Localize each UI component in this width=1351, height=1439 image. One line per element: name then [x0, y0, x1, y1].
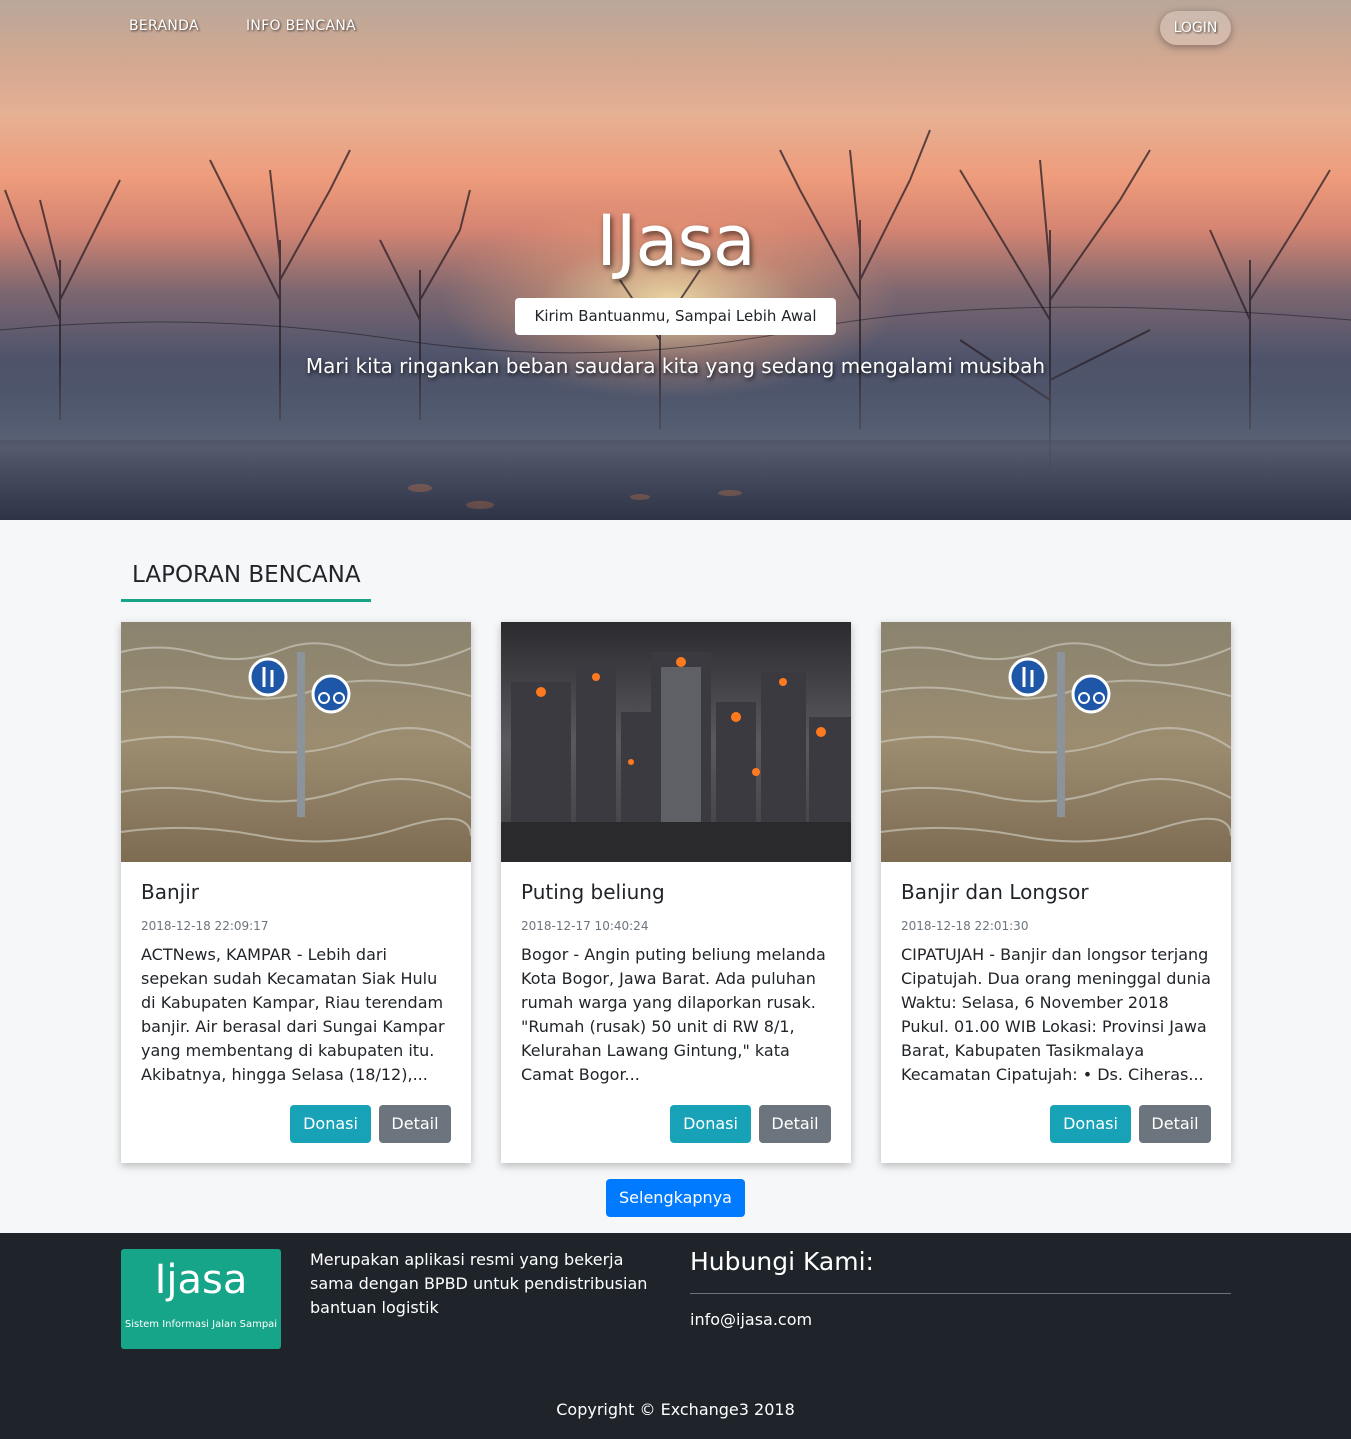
- card-date: 2018-12-18 22:09:17: [141, 919, 269, 933]
- card-image: [501, 622, 851, 862]
- report-card: Banjir dan Longsor 2018-12-18 22:01:30 C…: [881, 622, 1231, 1163]
- login-button[interactable]: LOGIN: [1160, 11, 1231, 45]
- hero-title: IJasa: [596, 200, 756, 282]
- flood-sign-image: [121, 622, 471, 862]
- card-date: 2018-12-18 22:01:30: [901, 919, 1029, 933]
- hero-banner: BERANDA INFO BENCANA LOGIN IJasa Kirim B…: [0, 0, 1351, 520]
- card-image: [121, 622, 471, 862]
- selengkapnya-button[interactable]: Selengkapnya: [606, 1179, 745, 1217]
- report-card: Banjir 2018-12-18 22:09:17 ACTNews, KAMP…: [121, 622, 471, 1163]
- burning-city-image: [501, 622, 851, 862]
- card-excerpt: Bogor - Angin puting beliung melanda Kot…: [521, 945, 826, 1084]
- detail-button[interactable]: Detail: [1139, 1105, 1211, 1143]
- contact-email[interactable]: info@ijasa.com: [690, 1310, 812, 1329]
- card-excerpt: CIPATUJAH - Banjir dan longsor terjang C…: [901, 945, 1211, 1084]
- logo-name: Ijasa: [154, 1257, 248, 1303]
- section-underline: [121, 599, 371, 602]
- contact-divider: [690, 1293, 1231, 1294]
- detail-button[interactable]: Detail: [759, 1105, 831, 1143]
- nav-info-bencana[interactable]: INFO BENCANA: [246, 18, 356, 34]
- section-title: LAPORAN BENCANA: [132, 562, 361, 588]
- copyright: Copyright © Exchange3 2018: [556, 1400, 795, 1419]
- report-card: Puting beliung 2018-12-17 10:40:24 Bogor…: [501, 622, 851, 1163]
- contact-title: Hubungi Kami:: [690, 1247, 874, 1276]
- footer-logo: Ijasa Sistem Informasi Jalan Sampai: [121, 1249, 281, 1349]
- top-navbar: BERANDA INFO BENCANA LOGIN: [0, 0, 1351, 56]
- card-image: [881, 622, 1231, 862]
- detail-button[interactable]: Detail: [379, 1105, 451, 1143]
- nav-beranda[interactable]: BERANDA: [129, 18, 199, 34]
- footer-description: Merupakan aplikasi resmi yang bekerja sa…: [310, 1250, 648, 1317]
- donasi-button[interactable]: Donasi: [670, 1105, 751, 1143]
- card-title: Puting beliung: [521, 880, 665, 904]
- card-title: Banjir: [141, 880, 199, 904]
- footer: Ijasa Sistem Informasi Jalan Sampai Meru…: [0, 1233, 1351, 1439]
- smoke-overlay: [0, 360, 1351, 520]
- donasi-button[interactable]: Donasi: [290, 1105, 371, 1143]
- card-excerpt: ACTNews, KAMPAR - Lebih dari sepekan sud…: [141, 945, 445, 1084]
- logo-subtitle: Sistem Informasi Jalan Sampai: [124, 1319, 278, 1330]
- flood-sign-image: [881, 622, 1231, 862]
- card-date: 2018-12-17 10:40:24: [521, 919, 649, 933]
- donasi-button[interactable]: Donasi: [1050, 1105, 1131, 1143]
- card-title: Banjir dan Longsor: [901, 880, 1089, 904]
- hero-tagline: Kirim Bantuanmu, Sampai Lebih Awal: [515, 298, 836, 335]
- hero-subtitle: Mari kita ringankan beban saudara kita y…: [305, 354, 1046, 378]
